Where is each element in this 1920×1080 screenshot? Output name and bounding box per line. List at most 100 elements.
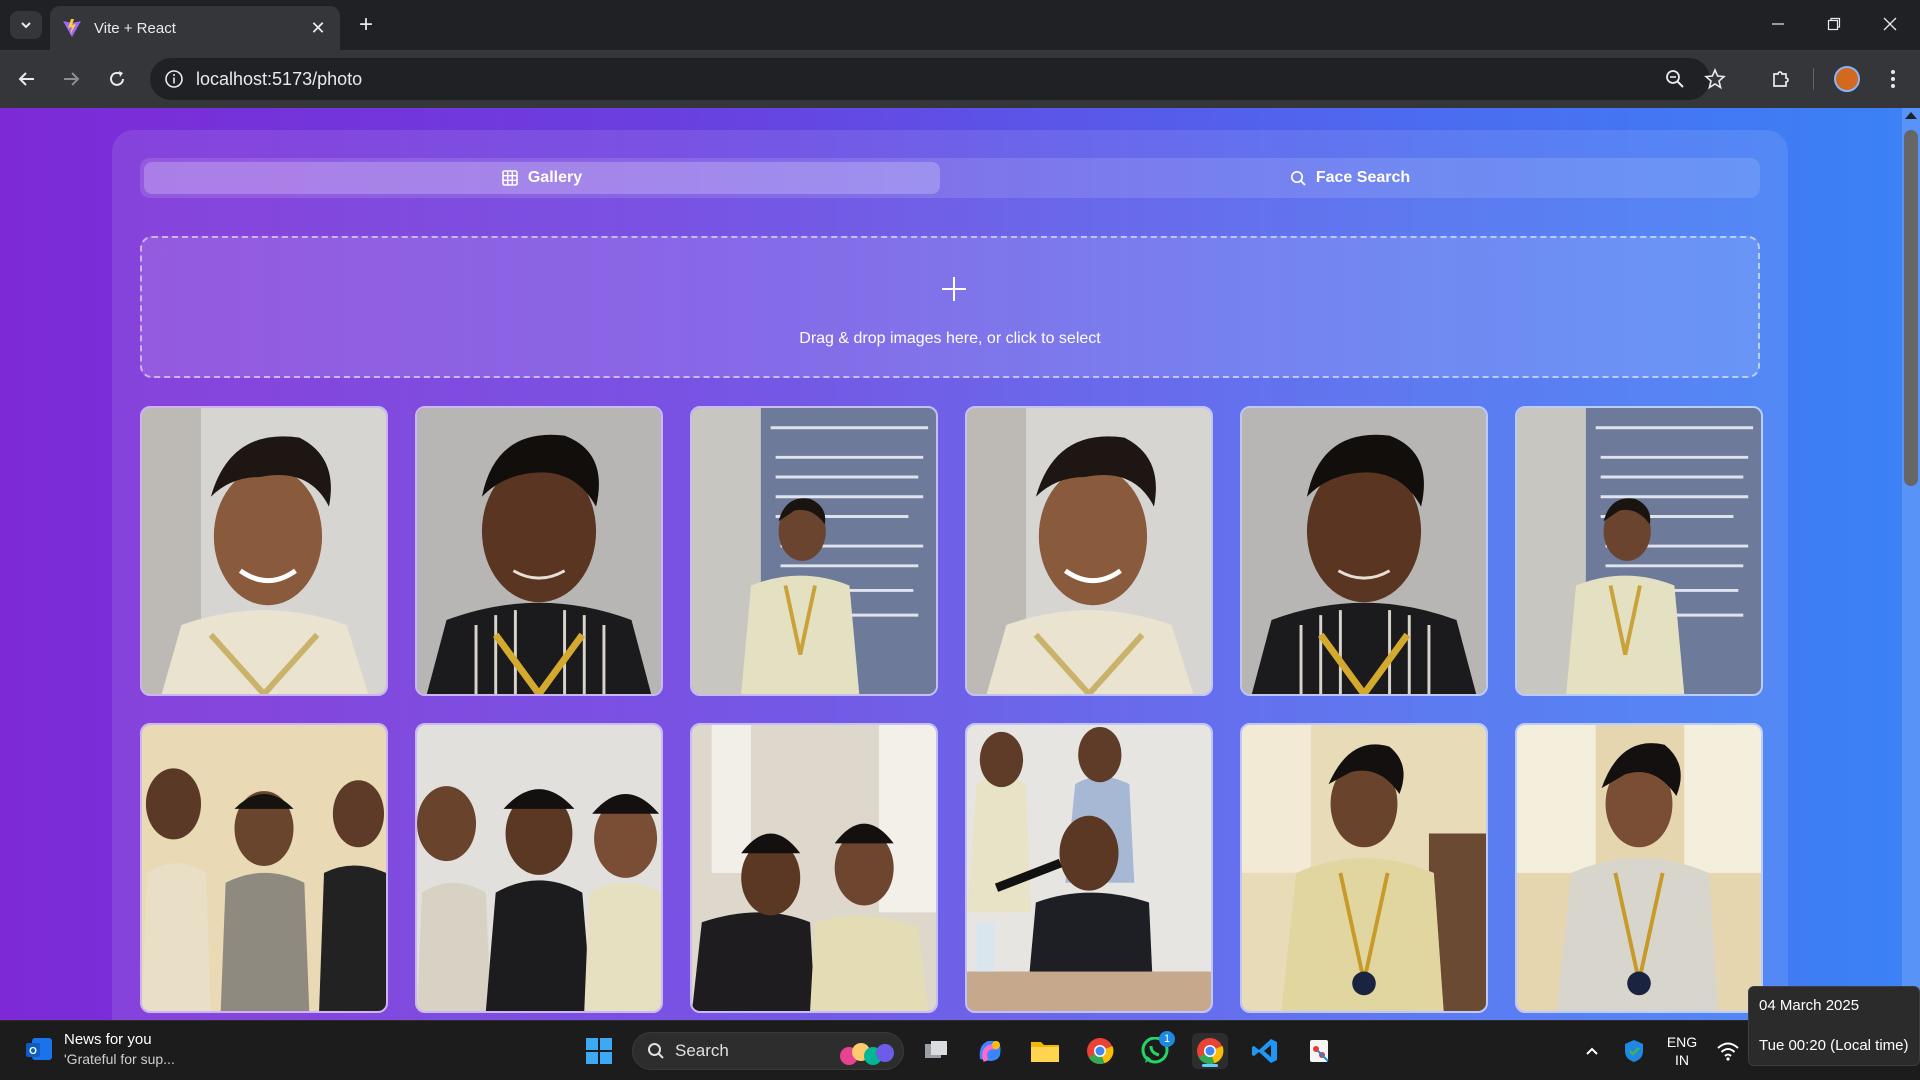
reload-icon [110, 71, 124, 86]
photo-thumbnail [1517, 725, 1761, 1011]
address-bar[interactable]: localhost:5173/photo [150, 58, 1726, 100]
svg-text:O: O [29, 1046, 37, 1057]
photo-card[interactable] [140, 406, 388, 696]
windows-logo-icon [586, 1038, 612, 1064]
photo-thumbnail [1242, 408, 1486, 694]
restore-button[interactable] [1814, 8, 1854, 40]
photo-thumbnail [1517, 408, 1761, 694]
back-button[interactable] [12, 64, 42, 94]
photo-thumbnail [1242, 725, 1486, 1011]
photo-card[interactable] [690, 723, 938, 1013]
extensions-button[interactable] [1768, 66, 1794, 92]
photo-card[interactable] [1515, 406, 1763, 696]
active-indicator [1202, 1064, 1218, 1067]
photo-card[interactable] [965, 406, 1213, 696]
zoom-icon[interactable] [1664, 68, 1686, 90]
browser-toolbar: localhost:5173/photo [0, 50, 1920, 108]
photo-card[interactable] [140, 723, 388, 1013]
arrow-left-icon [18, 72, 34, 86]
wifi-icon [1717, 1042, 1739, 1061]
copilot-icon [979, 1041, 1001, 1062]
input-language[interactable]: ENG IN [1662, 1033, 1702, 1069]
taskbar-search[interactable]: Search [632, 1032, 904, 1070]
tab-close-icon[interactable]: ✕ [308, 18, 328, 38]
url-text[interactable]: localhost:5173/photo [196, 69, 362, 90]
notification-badge: 1 [1159, 1031, 1175, 1047]
scroll-up-arrow-icon[interactable] [1905, 112, 1917, 119]
news-subtitle: 'Grateful for sup... [64, 1051, 175, 1067]
grid-icon [502, 170, 518, 186]
page-scrollbar[interactable] [1902, 108, 1920, 1020]
photo-card[interactable] [1240, 723, 1488, 1013]
photo-card[interactable] [1240, 406, 1488, 696]
main-panel: Gallery Face Search Drag & drop images h… [112, 130, 1788, 1020]
photo-thumbnail [417, 725, 661, 1011]
photo-card[interactable] [965, 723, 1213, 1013]
more-vertical-icon [1891, 70, 1895, 88]
restore-icon [1827, 17, 1841, 31]
taskbar-search-label: Search [675, 1041, 729, 1060]
chrome-icon [1087, 1038, 1114, 1065]
photo-thumbnail [967, 725, 1211, 1011]
photo-thumbnail [967, 408, 1211, 694]
new-tab-button[interactable]: + [352, 12, 380, 40]
outlook-news-icon: O [26, 1038, 52, 1060]
dropzone-text: Drag & drop images here, or click to sel… [799, 330, 1101, 347]
whatsapp-button[interactable]: 1 [1137, 1031, 1175, 1069]
close-window-button[interactable] [1870, 8, 1910, 40]
photo-thumbnail [692, 725, 936, 1011]
search-icon [1290, 170, 1306, 186]
language-code: ENG [1666, 1034, 1698, 1050]
forward-button[interactable] [56, 64, 86, 94]
network-tray-button[interactable] [1710, 1033, 1746, 1069]
tab-gallery[interactable]: Gallery [144, 162, 940, 194]
photo-thumbnail [142, 725, 386, 1011]
show-hidden-icons-button[interactable] [1574, 1033, 1610, 1069]
search-icon [648, 1043, 664, 1059]
task-view-icon [925, 1041, 947, 1058]
start-button[interactable] [581, 1033, 617, 1069]
clock-tooltip: 04 March 2025 Tue 00:20 (Local time) [1748, 986, 1920, 1066]
region-code: IN [1675, 1052, 1689, 1068]
news-title: News for you [64, 1031, 152, 1048]
bookmark-star-icon[interactable] [1704, 68, 1726, 90]
photo-thumbnail [692, 408, 936, 694]
arrow-right-icon [64, 72, 80, 86]
vite-logo-icon [63, 19, 81, 37]
chrome-menu-button[interactable] [1880, 66, 1906, 92]
chrome-active-button[interactable] [1192, 1033, 1228, 1069]
reload-button[interactable] [102, 64, 132, 94]
photo-card[interactable] [415, 723, 663, 1013]
tab-title: Vite + React [94, 19, 176, 37]
vscode-icon [1252, 1039, 1277, 1063]
vscode-button[interactable] [1247, 1033, 1283, 1069]
browser-tab-active[interactable]: Vite + React ✕ [50, 6, 340, 50]
chrome-icon [1197, 1038, 1224, 1065]
close-icon [1883, 17, 1897, 31]
copilot-button[interactable] [972, 1033, 1008, 1069]
page-viewport: Gallery Face Search Drag & drop images h… [0, 108, 1920, 1020]
site-info-icon[interactable] [164, 69, 184, 89]
plus-icon [942, 277, 966, 301]
tab-strip: Vite + React ✕ + [0, 0, 1920, 50]
news-widget[interactable]: O News for you 'Grateful for sup... [24, 1031, 175, 1067]
photo-card[interactable] [690, 406, 938, 696]
view-tabs: Gallery Face Search [140, 158, 1760, 198]
chrome-pinned-button[interactable] [1082, 1033, 1118, 1069]
toolbar-divider [1813, 68, 1814, 90]
puzzle-icon [1773, 71, 1789, 87]
snipping-tool-button[interactable] [1302, 1033, 1338, 1069]
upload-dropzone[interactable]: Drag & drop images here, or click to sel… [140, 236, 1760, 378]
minimize-button[interactable] [1758, 8, 1798, 40]
profile-avatar[interactable] [1834, 66, 1860, 92]
task-view-button[interactable] [918, 1033, 954, 1069]
tab-gallery-label: Gallery [527, 169, 583, 186]
tab-face-search[interactable]: Face Search [944, 162, 1756, 194]
chevron-up-icon [1586, 1047, 1598, 1055]
file-explorer-button[interactable] [1027, 1033, 1063, 1069]
photo-card[interactable] [415, 406, 663, 696]
tab-search-button[interactable] [10, 11, 42, 39]
scrollbar-thumb[interactable] [1904, 130, 1918, 486]
photo-card[interactable] [1515, 723, 1763, 1013]
defender-tray-button[interactable] [1616, 1033, 1652, 1069]
